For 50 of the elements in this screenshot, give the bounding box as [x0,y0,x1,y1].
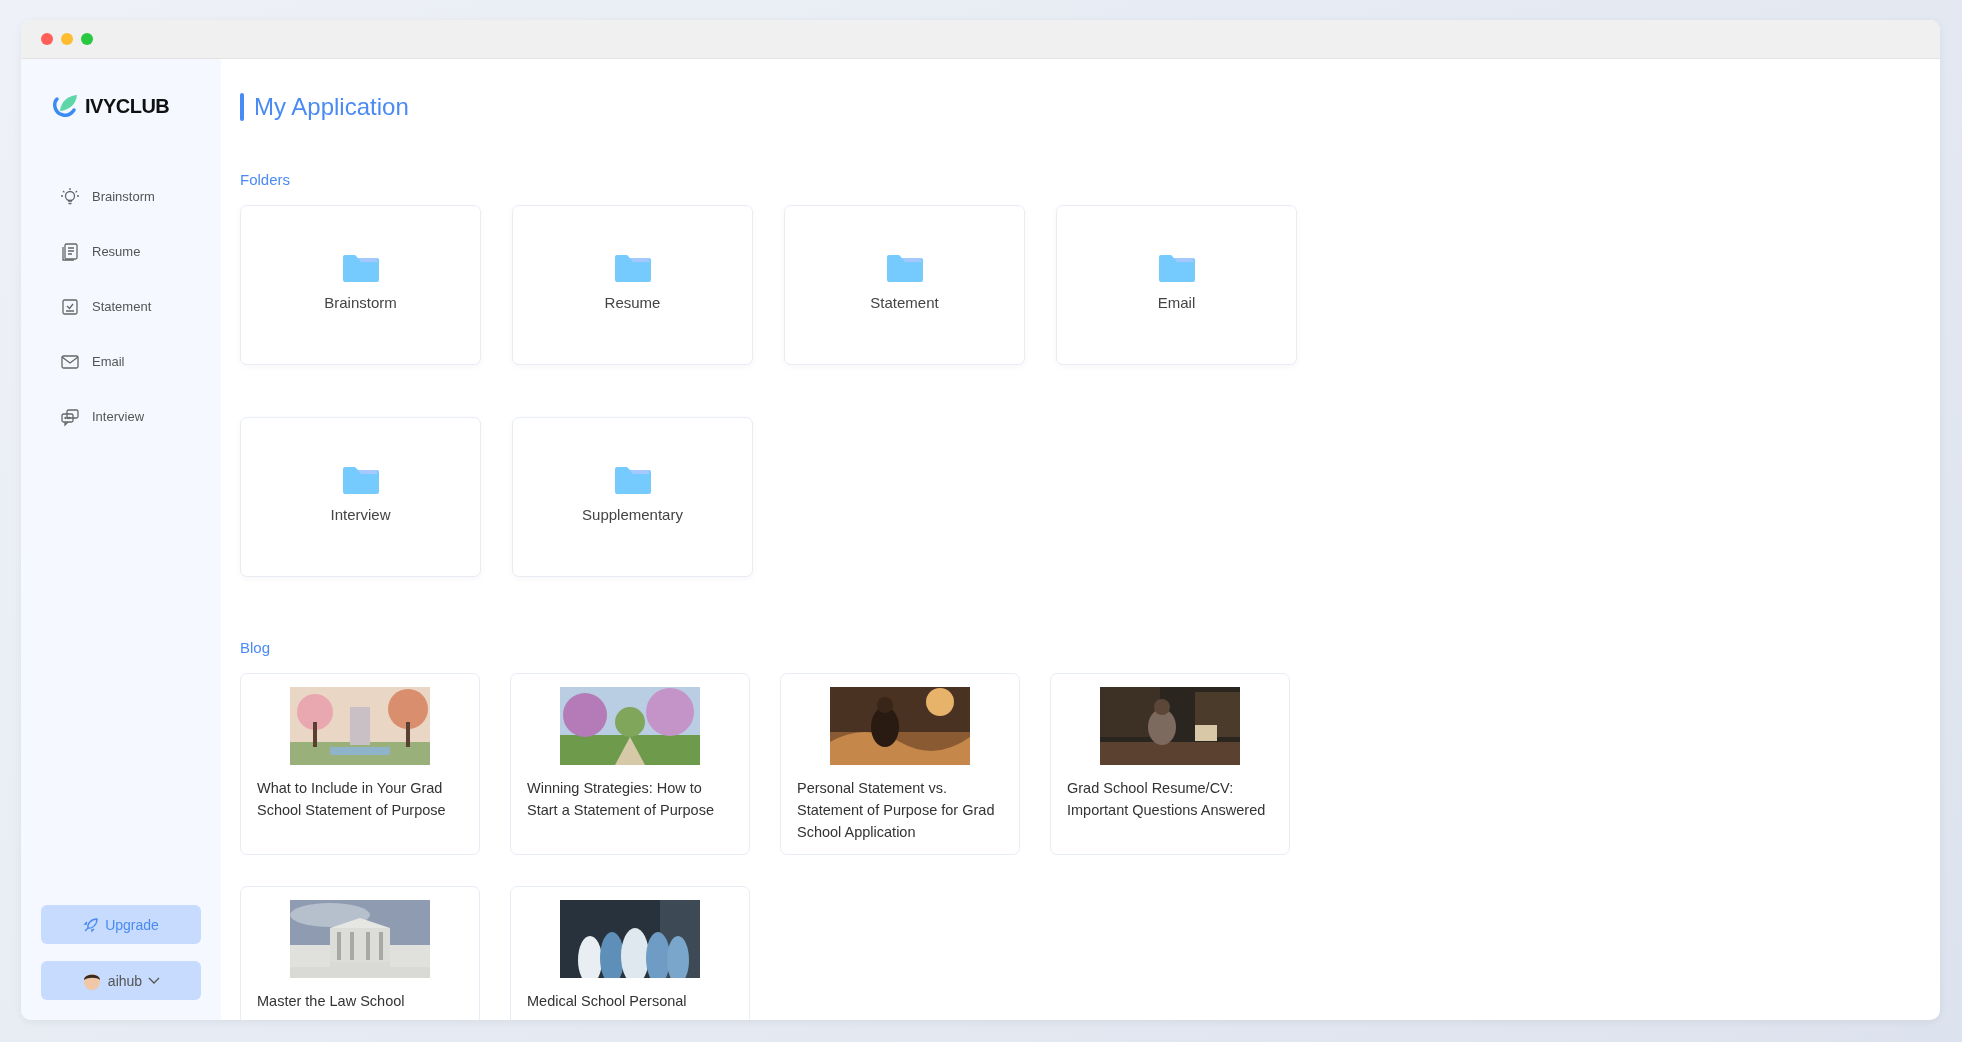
section-heading: Folders [240,171,291,188]
rocket-icon [83,916,100,933]
minimize-dot[interactable] [61,33,73,45]
folder-card[interactable]: Supplementary [512,417,753,577]
blog-card[interactable]: Medical School Personal [510,886,750,1020]
blog-title: Winning Strategies: How to Start a Statement of Purpose [527,779,715,820]
folder-label: Email [1157,293,1196,311]
sidebar-item[interactable]: Resume [21,224,221,279]
folder-card[interactable]: Brainstorm [240,205,481,365]
folder-label: Brainstorm [324,293,397,311]
folder-label: Supplementary [582,505,683,523]
document-icon [60,241,80,262]
blog-card[interactable]: Personal Statement vs. Statement of Purpose for Grad School Application [780,673,1020,855]
brand-name: IVYCLUB [85,94,170,118]
folder-icon [342,465,379,494]
folder-card[interactable]: Resume [512,205,753,365]
folder-card[interactable]: Email [1056,205,1297,365]
folder-card[interactable]: Statement [784,205,1025,365]
leaf-logo-icon [51,93,79,119]
blog-title: Grad School Resume/CV: Important Questions Answered [1067,779,1267,820]
folder-icon [1158,253,1195,282]
sidebar-item[interactable]: Interview [21,389,221,444]
sidebar-item[interactable]: Brainstorm [21,169,221,224]
folder-label: Interview [330,505,391,523]
zoom-dot[interactable] [81,33,93,45]
folder-icon [342,253,379,282]
blog-title: Master the Law School [257,992,406,1011]
blog-card[interactable]: Grad School Resume/CV: Important Questions Answered [1050,673,1290,855]
folder-icon [614,465,651,494]
chat-icon [60,406,80,427]
folder-card[interactable]: Interview [240,417,481,577]
blog-card[interactable]: What to Include in Your Grad School Statement of Purpose [240,673,480,855]
folder-label: Statement [870,293,939,311]
folder-icon [886,253,923,282]
checkbox-icon [60,296,80,317]
folder-icon [614,253,651,282]
blog-title: What to Include in Your Grad School Statement of Purpose [257,779,447,820]
lightbulb-icon [60,186,80,207]
page-title: My Application [254,93,409,121]
close-dot[interactable] [41,33,53,45]
blog-title: Personal Statement vs. Statement of Purpose for Grad School Application [797,779,996,842]
chevron-down-icon [148,976,161,985]
sidebar-item[interactable]: Email [21,334,221,389]
blog-card[interactable]: Winning Strategies: How to Start a Statement of Purpose [510,673,750,855]
blog-title: Medical School Personal [527,992,688,1011]
sidebar-item[interactable]: Statement [21,279,221,334]
user-menu-button[interactable]: aihub [41,961,201,1000]
folder-label: Resume [604,293,661,311]
section-heading: Blog [240,639,271,656]
blog-card[interactable]: Master the Law School [240,886,480,1020]
